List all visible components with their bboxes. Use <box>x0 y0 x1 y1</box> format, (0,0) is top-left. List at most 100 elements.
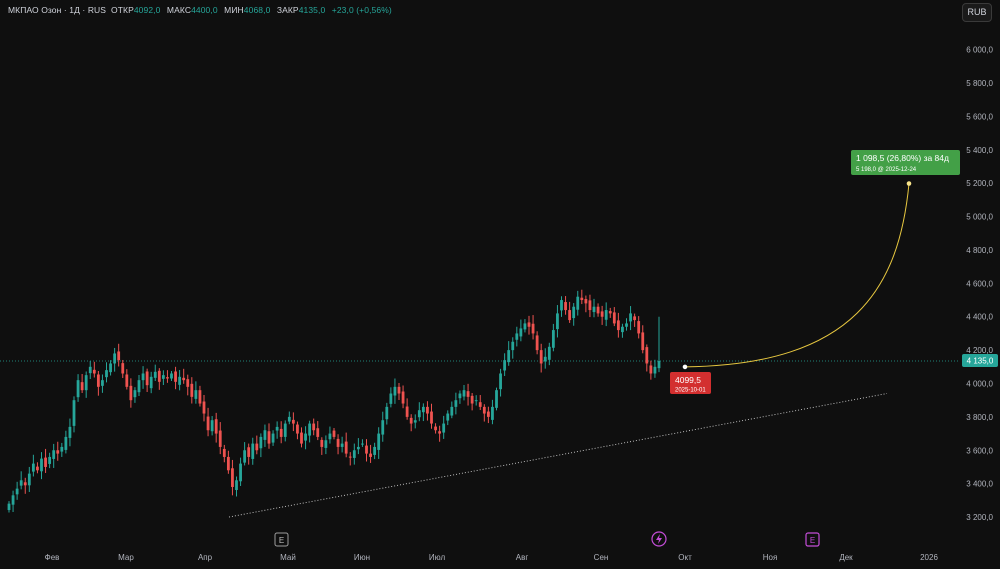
candle-body <box>243 450 247 463</box>
time-tick-label: Мар <box>118 553 134 562</box>
chart-background <box>0 0 1000 569</box>
candle-body <box>161 375 165 379</box>
last-price-value: 4 135,0 <box>967 357 994 366</box>
candle-body <box>629 313 632 322</box>
candle-body <box>450 406 454 416</box>
candle-body <box>612 312 616 324</box>
candle-body <box>409 417 413 424</box>
candle-body <box>149 376 153 389</box>
candle-body <box>113 353 117 364</box>
candle-body <box>198 390 202 404</box>
candle-body <box>556 313 559 330</box>
candle-body <box>608 311 612 314</box>
projection-start-point[interactable] <box>682 364 688 370</box>
currency-button[interactable]: RUB <box>962 3 992 22</box>
candle-body <box>332 430 336 437</box>
candle-body <box>137 380 141 393</box>
time-tick-label: Июл <box>429 553 446 562</box>
candle-body <box>365 445 368 454</box>
candle-body <box>356 446 360 450</box>
candle-body <box>539 350 543 364</box>
candle-body <box>442 423 446 433</box>
candle-body <box>462 390 466 397</box>
candle-body <box>308 423 312 436</box>
time-tick-label: Июн <box>354 553 370 562</box>
candle-body <box>653 366 657 374</box>
candle-body <box>206 416 210 431</box>
candle-body <box>417 410 421 418</box>
candle-body <box>129 385 133 401</box>
candle-body <box>430 411 433 424</box>
candle-body <box>36 466 39 471</box>
price-tick-label: 3 800,0 <box>966 413 993 422</box>
projection-end-point[interactable] <box>906 181 912 186</box>
candle-body <box>109 363 112 373</box>
candle-body <box>551 330 555 348</box>
candle-body <box>291 419 295 424</box>
candle-body <box>645 347 649 364</box>
time-tick-label: Сен <box>594 553 609 562</box>
candle-body <box>466 391 470 397</box>
candle-body <box>361 443 364 445</box>
price-tick-label: 5 600,0 <box>966 112 993 121</box>
candle-body <box>96 374 100 387</box>
candle-body <box>64 436 68 450</box>
candle-body <box>389 393 393 404</box>
candle-body <box>482 406 486 414</box>
time-tick-label: Апр <box>198 553 213 562</box>
candle-body <box>616 320 620 331</box>
candle-body <box>267 431 271 444</box>
candle-body <box>304 433 307 441</box>
candle-body <box>393 386 397 396</box>
candle-body <box>515 333 519 340</box>
candle-body <box>600 311 604 317</box>
candle-body <box>580 297 584 301</box>
candle-body <box>413 420 417 423</box>
price-tick-label: 5 400,0 <box>966 146 993 155</box>
candle-body <box>231 468 234 487</box>
candle-body <box>178 376 182 385</box>
candle-body <box>470 395 474 404</box>
candle-body <box>101 380 104 386</box>
candle-body <box>584 299 588 304</box>
chart-header: МКПАО Озон · 1Д · RUS ОТКР4092,0 МАКС440… <box>8 5 392 15</box>
candle-body <box>52 450 56 459</box>
high-label: МАКС <box>166 5 192 15</box>
candle-body <box>519 328 523 337</box>
instrument-title[interactable]: МКПАО Озон · 1Д · RUS <box>8 5 106 15</box>
projection-start-price: 4099,5 <box>675 375 701 385</box>
candle-body <box>271 433 275 443</box>
candle-body <box>543 356 547 362</box>
candle-body <box>44 457 47 467</box>
candle-body <box>255 443 259 451</box>
candle-body <box>88 366 92 374</box>
price-tick-label: 4 200,0 <box>966 346 993 355</box>
candle-body <box>235 480 238 490</box>
candle-body <box>454 400 458 407</box>
price-chart[interactable]: 3 200,0 3 400,0 3 600,0 3 800,0 4 000,0 4 200… <box>0 0 1000 569</box>
candle-body <box>275 426 279 431</box>
candle-body <box>247 447 251 457</box>
candle-body <box>194 390 198 399</box>
candle-body <box>511 341 515 351</box>
time-tick-label: 2026 <box>920 553 938 562</box>
candle-body <box>239 463 242 482</box>
price-axis[interactable]: 3 200,0 3 400,0 3 600,0 3 800,0 4 000,0 4 200… <box>966 46 993 522</box>
candle-body <box>385 406 389 420</box>
candle-body <box>174 371 177 382</box>
candle-body <box>15 488 19 495</box>
earnings-event-letter: E <box>279 536 284 545</box>
candle-body <box>186 379 190 387</box>
candle-body <box>336 438 340 447</box>
candle-body <box>320 439 324 447</box>
candle-body <box>564 302 567 311</box>
candle-body <box>478 402 482 407</box>
low-label: МИН <box>224 5 244 15</box>
candle-body <box>535 335 539 351</box>
candle-body <box>263 430 267 440</box>
price-tick-label: 3 600,0 <box>966 446 993 455</box>
candle-body <box>279 428 283 437</box>
candle-body <box>259 436 263 449</box>
candle-body <box>145 371 149 386</box>
time-tick-label: Май <box>280 553 296 562</box>
